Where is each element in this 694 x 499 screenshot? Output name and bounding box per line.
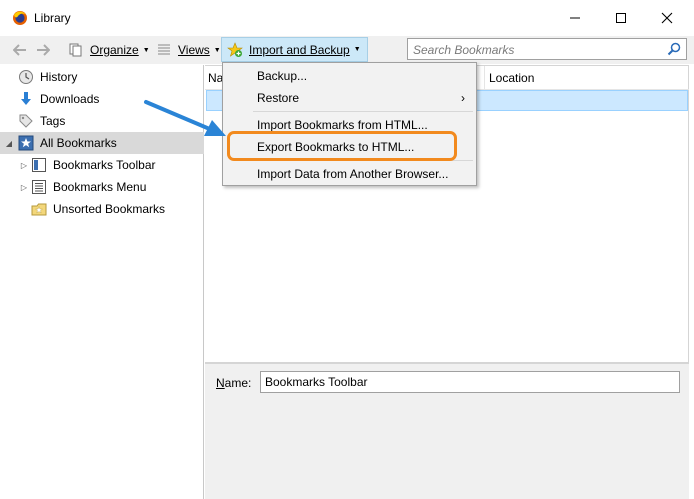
sidebar-item-unsorted-bookmarks[interactable]: Unsorted Bookmarks [0, 198, 204, 220]
clock-icon [19, 70, 33, 84]
organize-button[interactable]: Organize ▼ [64, 39, 154, 61]
collapse-icon[interactable]: ◢ [0, 139, 18, 148]
download-icon [21, 92, 31, 105]
firefox-icon [13, 11, 27, 25]
column-location[interactable]: Location [489, 71, 534, 85]
name-field[interactable]: Bookmarks Toolbar [260, 371, 680, 393]
sidebar-item-label: Downloads [40, 92, 100, 106]
window-title: Library [34, 11, 71, 25]
minimize-icon [570, 17, 580, 19]
maximize-button[interactable] [598, 0, 644, 36]
back-arrow-icon [13, 44, 26, 56]
tag-icon [19, 114, 33, 128]
search-icon[interactable] [667, 42, 681, 56]
sidebar-item-bookmarks-toolbar[interactable]: ▷ Bookmarks Toolbar [0, 154, 204, 176]
toolbar: Organize ▼ Views ▼ Import and Backup ▼ S… [0, 36, 694, 64]
sidebar-item-label: Unsorted Bookmarks [53, 202, 166, 216]
views-icon [158, 44, 170, 55]
sidebar-item-bookmarks-menu[interactable]: ▷ Bookmarks Menu [0, 176, 204, 198]
annotation-arrow-icon [144, 100, 226, 136]
menu-item-backup[interactable]: Backup... [224, 65, 475, 87]
sidebar-item-label: History [40, 70, 78, 84]
highlight-ring [227, 131, 457, 161]
organize-dropdown-icon: ▼ [142, 46, 150, 54]
sidebar-item-label: Bookmarks Menu [53, 180, 147, 194]
menu-item-label: Backup... [257, 69, 308, 83]
close-icon [661, 12, 673, 24]
unsorted-folder-icon [31, 203, 47, 216]
import-backup-label: Import and Backup [249, 42, 350, 57]
views-label: Views [178, 43, 210, 57]
sidebar-item-label: Bookmarks Toolbar [53, 158, 156, 172]
views-button[interactable]: Views ▼ [152, 39, 225, 61]
sidebar-item-label: Tags [40, 114, 66, 128]
name-label: Name: [216, 376, 252, 390]
minimize-button[interactable] [552, 0, 598, 36]
import-backup-button[interactable]: Import and Backup ▼ [221, 37, 368, 62]
menu-item-label: Import Bookmarks from HTML... [257, 118, 428, 132]
back-button[interactable] [11, 41, 29, 59]
search-input[interactable]: Search Bookmarks [413, 43, 514, 57]
expand-icon[interactable]: ▷ [17, 161, 31, 170]
import-backup-menu: Backup... Restore › Import Bookmarks fro… [222, 62, 477, 186]
forward-button[interactable] [34, 41, 52, 59]
menu-separator [253, 111, 473, 112]
organize-label: Organize [90, 43, 139, 57]
import-backup-icon [227, 41, 243, 57]
star-icon [18, 135, 34, 151]
forward-arrow-icon [37, 44, 50, 56]
menu-folder-icon [32, 180, 46, 194]
toolbar-folder-icon [32, 158, 46, 172]
sidebar-item-history[interactable]: History [0, 66, 204, 88]
title-bar: Library [0, 0, 694, 36]
menu-item-label: Import Data from Another Browser... [257, 167, 449, 181]
menu-item-restore[interactable]: Restore › [224, 87, 475, 109]
submenu-arrow-icon: › [461, 91, 465, 105]
organize-icon [69, 43, 82, 57]
menu-item-import-browser[interactable]: Import Data from Another Browser... [224, 163, 475, 185]
maximize-icon [616, 13, 626, 23]
views-dropdown-icon: ▼ [213, 46, 221, 54]
import-backup-dropdown-icon: ▼ [353, 46, 361, 53]
details-pane: Name: Bookmarks Toolbar [205, 363, 689, 499]
search-box[interactable]: Search Bookmarks [407, 38, 687, 60]
library-window: Library Organize ▼ Views ▼ Import and Ba… [0, 0, 694, 499]
sidebar-item-label: All Bookmarks [40, 136, 117, 150]
expand-icon[interactable]: ▷ [17, 183, 31, 192]
menu-item-label: Restore [257, 91, 300, 105]
close-button[interactable] [644, 0, 690, 36]
